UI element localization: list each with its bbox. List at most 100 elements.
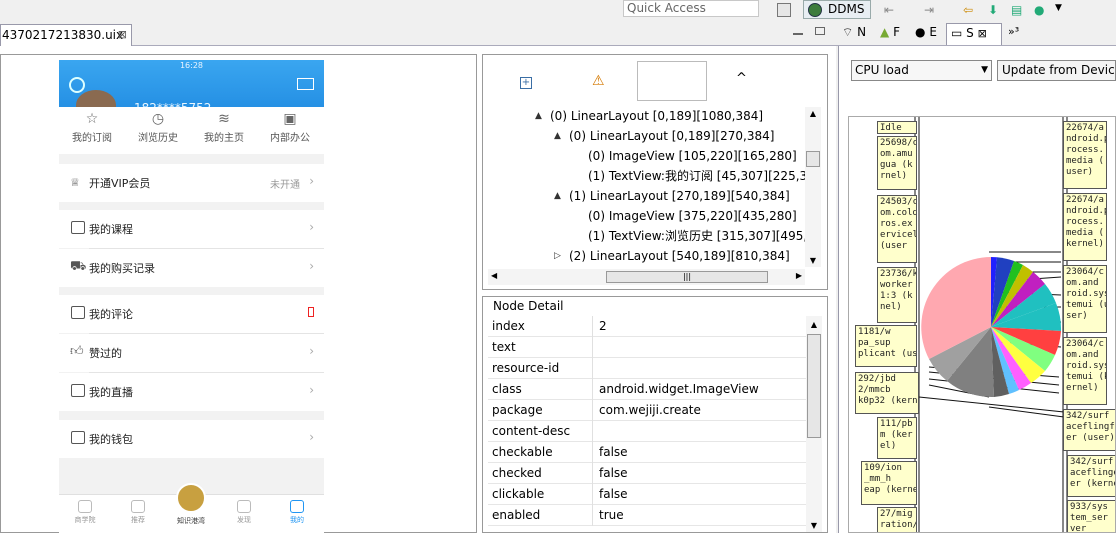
scroll-down-icon[interactable]: ▼ <box>806 521 822 530</box>
detail-key: checkable <box>492 445 553 459</box>
save-icon[interactable]: ▤ <box>1011 3 1025 17</box>
mail-icon[interactable] <box>297 78 314 90</box>
thumbs-up-icon: 👍︎ <box>70 344 84 359</box>
tab-discover[interactable]: 发现 <box>224 500 264 525</box>
warning-icon[interactable]: ⚠ <box>592 73 605 89</box>
pie-label: 292/jbd 2/mmcb k0p32 (kernel) <box>855 372 919 414</box>
tree-node-label: (1) TextView:浏览历史 [315,307][495,361] <box>588 229 809 243</box>
table-row[interactable]: resource-id <box>488 358 806 379</box>
nav-back-icon[interactable]: ⇤ <box>884 3 898 17</box>
scroll-thumb[interactable] <box>807 334 821 438</box>
detail-value: true <box>599 508 624 522</box>
tab-label: 商学院 <box>74 516 96 524</box>
tree-node[interactable]: (1) TextView:我的订阅 [45,307][225,361] <box>588 166 809 186</box>
tree-node[interactable]: (0) ImageView [375,220][435,280] <box>588 206 797 226</box>
tab-recommend[interactable]: 推荐 <box>118 500 158 525</box>
tree-node[interactable]: ▷ (2) LinearLayout [540,189][810,384] <box>554 246 790 266</box>
settings-icon[interactable] <box>69 77 85 93</box>
table-row[interactable]: clickable false <box>488 484 806 505</box>
scroll-right-icon[interactable]: ▶ <box>796 271 802 280</box>
open-perspective-icon[interactable] <box>777 3 791 17</box>
tree-node[interactable]: (0) ImageView [105,220][165,280] <box>588 146 797 166</box>
expanded-triangle-icon[interactable]: ▲ <box>554 126 561 146</box>
list-item-courses[interactable]: 我的课程 › <box>59 210 324 248</box>
download-icon[interactable]: ⬇ <box>988 3 1002 17</box>
table-row[interactable]: checked false <box>488 463 806 484</box>
expanded-triangle-icon[interactable]: ▲ <box>554 186 561 206</box>
run-icon[interactable]: ● <box>1034 3 1048 17</box>
filter-input[interactable] <box>637 61 707 101</box>
wifi-icon: ⌔ <box>842 25 854 39</box>
close-icon[interactable]: ⊠ <box>118 25 127 45</box>
tab-network[interactable]: ⌔ N <box>842 25 866 40</box>
close-icon[interactable]: ⊠ <box>978 27 987 40</box>
quick-access-input[interactable]: Quick Access <box>623 0 759 17</box>
maximize-icon[interactable] <box>815 27 825 35</box>
dropdown-chevron-icon[interactable]: ▼ <box>1055 3 1069 17</box>
table-row[interactable]: package com.wejiji.create <box>488 400 806 421</box>
quick-action-history[interactable]: ◷ 浏览历史 <box>127 111 189 144</box>
list-item-purchases[interactable]: ⛟ 我的购买记录 › <box>59 249 324 287</box>
quick-actions: ☆ 我的订阅 ◷ 浏览历史 ≋ 我的主页 ▣ 内部办公 <box>59 107 324 154</box>
update-from-device-button[interactable]: Update from Device <box>997 60 1116 81</box>
quick-action-subscribe[interactable]: ☆ 我的订阅 <box>61 111 123 144</box>
table-row[interactable]: text <box>488 337 806 358</box>
expand-all-icon[interactable]: + <box>520 77 532 89</box>
hierarchy-panel: + ⚠ ^ ▲ (0) LinearLayout [0,189][1080,384… <box>482 54 828 290</box>
device-screenshot[interactable]: 16:28 182****5752 ☆ 我的订阅 ◷ 浏览历史 ≋ 我的主页 ▣… <box>59 60 324 533</box>
prev-edit-icon[interactable]: ⇦ <box>963 3 977 17</box>
tree-vertical-scrollbar[interactable]: ▲ ▼ <box>805 107 821 267</box>
tree-node[interactable]: ▲ (0) LinearLayout [0,189][270,384] <box>554 126 774 146</box>
quick-action-homepage[interactable]: ≋ 我的主页 <box>193 111 255 144</box>
collapse-chevron-icon[interactable]: ^ <box>736 71 747 86</box>
emulator-icon: ● <box>915 25 926 39</box>
tab-business-school[interactable]: 商学院 <box>65 500 105 525</box>
nav-forward-icon[interactable]: ⇥ <box>924 3 938 17</box>
scroll-up-icon[interactable]: ▲ <box>806 320 822 329</box>
table-row[interactable]: content-desc <box>488 421 806 442</box>
list-item-label: 我的直播 <box>89 386 133 399</box>
scroll-thumb[interactable] <box>806 151 820 167</box>
tab-file-explorer[interactable]: ▲ F <box>880 25 900 39</box>
tree-node[interactable]: ▲ (0) LinearLayout [0,189][1080,384] <box>535 106 763 126</box>
tab-label: S <box>966 26 974 40</box>
detail-value: false <box>599 445 628 459</box>
detail-key: clickable <box>492 487 545 501</box>
cpu-load-select[interactable]: CPU load ▼ <box>851 60 992 81</box>
tab-emulator[interactable]: ● E <box>915 25 937 39</box>
tab-overflow[interactable]: »³ <box>1008 25 1019 38</box>
pie-label: 27/mig ration/5 ( <box>877 507 917 532</box>
table-row[interactable]: checkable false <box>488 442 806 463</box>
tab-sysinfo[interactable]: ▭ S ⊠ <box>946 23 1002 45</box>
table-row[interactable]: enabled true <box>488 505 806 526</box>
pie-label: 23064/c om.and roid.sys temui (u ser) <box>1063 265 1107 333</box>
vip-crown-icon: ♕ <box>70 176 80 189</box>
ddms-perspective-button[interactable]: DDMS <box>803 0 871 19</box>
scroll-left-icon[interactable]: ◀ <box>491 271 497 280</box>
scroll-thumb[interactable]: ||| <box>606 271 768 283</box>
quick-action-office[interactable]: ▣ 内部办公 <box>259 111 321 144</box>
tree-horizontal-scrollbar[interactable]: ◀ ||| ▶ <box>488 269 805 285</box>
tab-knowledge-harbor[interactable]: 知识港湾 <box>171 483 211 526</box>
tree-node[interactable]: (1) TextView:浏览历史 [315,307][495,361] <box>588 226 809 246</box>
tab-mine[interactable]: 我的 <box>277 500 317 525</box>
detail-vertical-scrollbar[interactable]: ▲ ▼ <box>806 316 822 532</box>
list-item-liked[interactable]: 👍︎ 赞过的 › <box>59 334 324 372</box>
list-item-wallet[interactable]: 我的钱包 › <box>59 420 324 458</box>
expanded-triangle-icon[interactable]: ▲ <box>535 106 542 126</box>
table-row[interactable]: index 2 <box>488 316 806 337</box>
pie-label: 111/pb m (ker el) <box>877 417 917 459</box>
vip-row[interactable]: ♕ 开通VIP会员 未开通 › <box>59 164 324 202</box>
minimize-icon[interactable] <box>793 27 803 35</box>
list-item-comments[interactable]: 我的评论 <box>59 295 324 333</box>
detail-key: class <box>492 382 522 396</box>
collapsed-triangle-icon[interactable]: ▷ <box>554 246 561 266</box>
scroll-down-icon[interactable]: ▼ <box>805 256 821 265</box>
tab-label: N <box>857 25 867 39</box>
tree-node[interactable]: ▲ (1) LinearLayout [270,189][540,384] <box>554 186 790 206</box>
list-item-live[interactable]: 我的直播 › <box>59 373 324 411</box>
tree-node-label: (1) LinearLayout [270,189][540,384] <box>569 189 790 203</box>
table-row[interactable]: class android.widget.ImageView <box>488 379 806 400</box>
scroll-up-icon[interactable]: ▲ <box>805 109 821 118</box>
tab-uix-file[interactable]: 4370217213830.uix ⊠ <box>0 24 132 46</box>
